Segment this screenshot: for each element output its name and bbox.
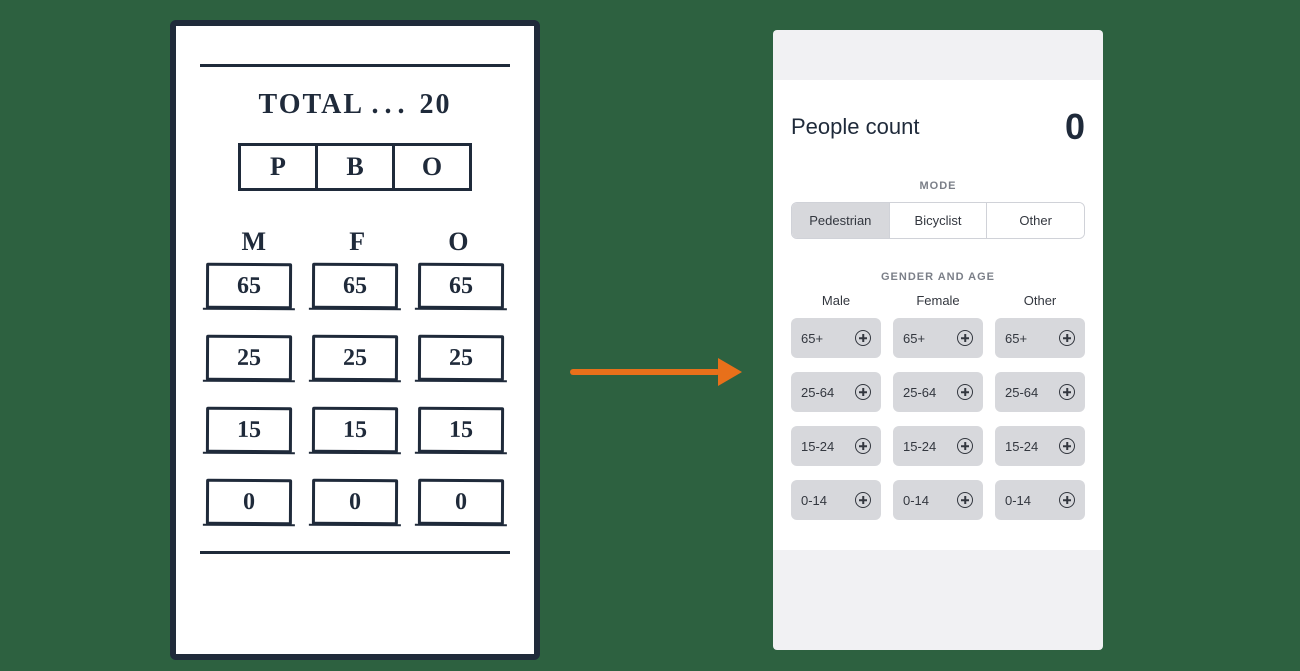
age-chip-other-15-24[interactable]: 15-24 xyxy=(995,426,1085,466)
sketch-total-line: TOTAL ... 20 xyxy=(200,89,510,121)
sketch-cell: 15 xyxy=(418,407,504,453)
col-male: Male xyxy=(791,293,881,308)
age-buttons-grid: 65+ 65+ 65+ 25-64 25-64 25-64 15-24 15-2… xyxy=(791,318,1085,520)
sketch-cell: 15 xyxy=(312,407,398,453)
sketch-total-label: TOTAL xyxy=(259,89,363,120)
mode-section-label: MODE xyxy=(791,180,1085,192)
arrow-right-icon xyxy=(718,358,742,386)
col-female: Female xyxy=(893,293,983,308)
sketch-dots: ... xyxy=(371,89,410,120)
plus-circle-icon xyxy=(1059,492,1075,508)
sketch-cell: 0 xyxy=(206,479,292,525)
sketch-mode-P: P xyxy=(238,143,318,191)
age-chip-male-25-64[interactable]: 25-64 xyxy=(791,372,881,412)
age-chip-female-0-14[interactable]: 0-14 xyxy=(893,480,983,520)
plus-circle-icon xyxy=(1059,438,1075,454)
total-count: 0 xyxy=(1065,106,1085,148)
chip-label: 25-64 xyxy=(1005,385,1038,400)
sketch-gender-M: M xyxy=(242,227,267,257)
col-other: Other xyxy=(995,293,1085,308)
sketch-cell: 25 xyxy=(312,335,398,381)
chip-label: 25-64 xyxy=(903,385,936,400)
sketch-cell: 65 xyxy=(206,263,292,309)
sketch-mode-O: O xyxy=(392,143,472,191)
sketch-mode-B: B xyxy=(315,143,395,191)
sketch-age-grid: 65 65 65 25 25 25 15 15 15 0 0 0 xyxy=(200,263,510,525)
age-chip-male-0-14[interactable]: 0-14 xyxy=(791,480,881,520)
age-chip-other-25-64[interactable]: 25-64 xyxy=(995,372,1085,412)
sketch-panel: TOTAL ... 20 P B O M F O 65 65 65 25 25 … xyxy=(170,20,540,660)
gender-section-label: GENDER AND AGE xyxy=(791,271,1085,283)
plus-circle-icon xyxy=(1059,330,1075,346)
chip-label: 65+ xyxy=(801,331,823,346)
sketch-cell: 0 xyxy=(312,479,398,525)
plus-circle-icon xyxy=(855,492,871,508)
arrow-line xyxy=(570,369,720,375)
mode-segmented-control: Pedestrian Bicyclist Other xyxy=(791,202,1085,239)
mode-other[interactable]: Other xyxy=(986,203,1084,238)
mode-pedestrian[interactable]: Pedestrian xyxy=(792,203,889,238)
chip-label: 15-24 xyxy=(1005,439,1038,454)
chip-label: 15-24 xyxy=(903,439,936,454)
sketch-cell: 15 xyxy=(206,407,292,453)
sketch-total-value: 20 xyxy=(419,89,451,120)
sketch-divider-top xyxy=(200,64,510,67)
gender-column-heads: Male Female Other xyxy=(791,293,1085,308)
app-header: People count 0 xyxy=(791,106,1085,148)
chip-label: 65+ xyxy=(1005,331,1027,346)
sketch-cell: 25 xyxy=(206,335,292,381)
sketch-gender-O: O xyxy=(448,227,468,257)
age-chip-male-65plus[interactable]: 65+ xyxy=(791,318,881,358)
sketch-cell: 65 xyxy=(312,263,398,309)
sketch-divider-bottom xyxy=(200,551,510,554)
plus-circle-icon xyxy=(957,492,973,508)
sketch-mode-row: P B O xyxy=(200,143,510,191)
plus-circle-icon xyxy=(1059,384,1075,400)
age-chip-other-0-14[interactable]: 0-14 xyxy=(995,480,1085,520)
plus-circle-icon xyxy=(957,384,973,400)
chip-label: 0-14 xyxy=(801,493,827,508)
chip-label: 25-64 xyxy=(801,385,834,400)
sketch-cell: 0 xyxy=(418,479,504,525)
sketch-gender-F: F xyxy=(349,227,365,257)
age-chip-male-15-24[interactable]: 15-24 xyxy=(791,426,881,466)
plus-circle-icon xyxy=(855,438,871,454)
plus-circle-icon xyxy=(855,384,871,400)
mode-bicyclist[interactable]: Bicyclist xyxy=(889,203,987,238)
age-chip-female-65plus[interactable]: 65+ xyxy=(893,318,983,358)
sketch-cell: 65 xyxy=(418,263,504,309)
chip-label: 65+ xyxy=(903,331,925,346)
age-chip-other-65plus[interactable]: 65+ xyxy=(995,318,1085,358)
app-panel: People count 0 MODE Pedestrian Bicyclist… xyxy=(773,30,1103,650)
transform-arrow xyxy=(570,358,742,386)
age-chip-female-15-24[interactable]: 15-24 xyxy=(893,426,983,466)
chip-label: 15-24 xyxy=(801,439,834,454)
app-footer xyxy=(773,550,1103,594)
age-chip-female-25-64[interactable]: 25-64 xyxy=(893,372,983,412)
chip-label: 0-14 xyxy=(903,493,929,508)
plus-circle-icon xyxy=(957,330,973,346)
chip-label: 0-14 xyxy=(1005,493,1031,508)
sketch-gender-heads: M F O xyxy=(200,227,510,257)
page-title: People count xyxy=(791,114,919,140)
plus-circle-icon xyxy=(855,330,871,346)
sketch-cell: 25 xyxy=(418,335,504,381)
plus-circle-icon xyxy=(957,438,973,454)
